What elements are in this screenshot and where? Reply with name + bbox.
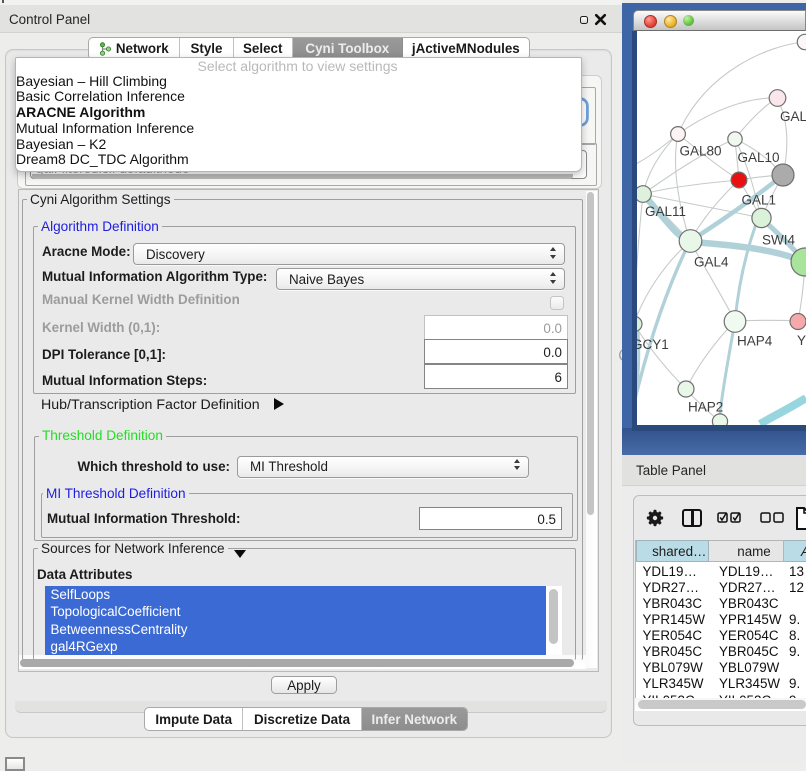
svg-text:HAP2: HAP2 (688, 400, 723, 415)
svg-text:GAL80: GAL80 (680, 144, 722, 159)
svg-text:GAL10: GAL10 (738, 150, 780, 165)
svg-text:GAL1: GAL1 (742, 193, 777, 208)
svg-text:GAL11: GAL11 (645, 204, 686, 219)
svg-text:HAP4: HAP4 (737, 334, 773, 349)
svg-text:SWI4: SWI4 (762, 233, 795, 248)
svg-text:GAL2: GAL2 (780, 109, 806, 124)
svg-text:GCY1: GCY1 (637, 337, 669, 352)
svg-text:GAL4: GAL4 (694, 255, 729, 270)
svg-text:YJ: YJ (797, 333, 806, 348)
